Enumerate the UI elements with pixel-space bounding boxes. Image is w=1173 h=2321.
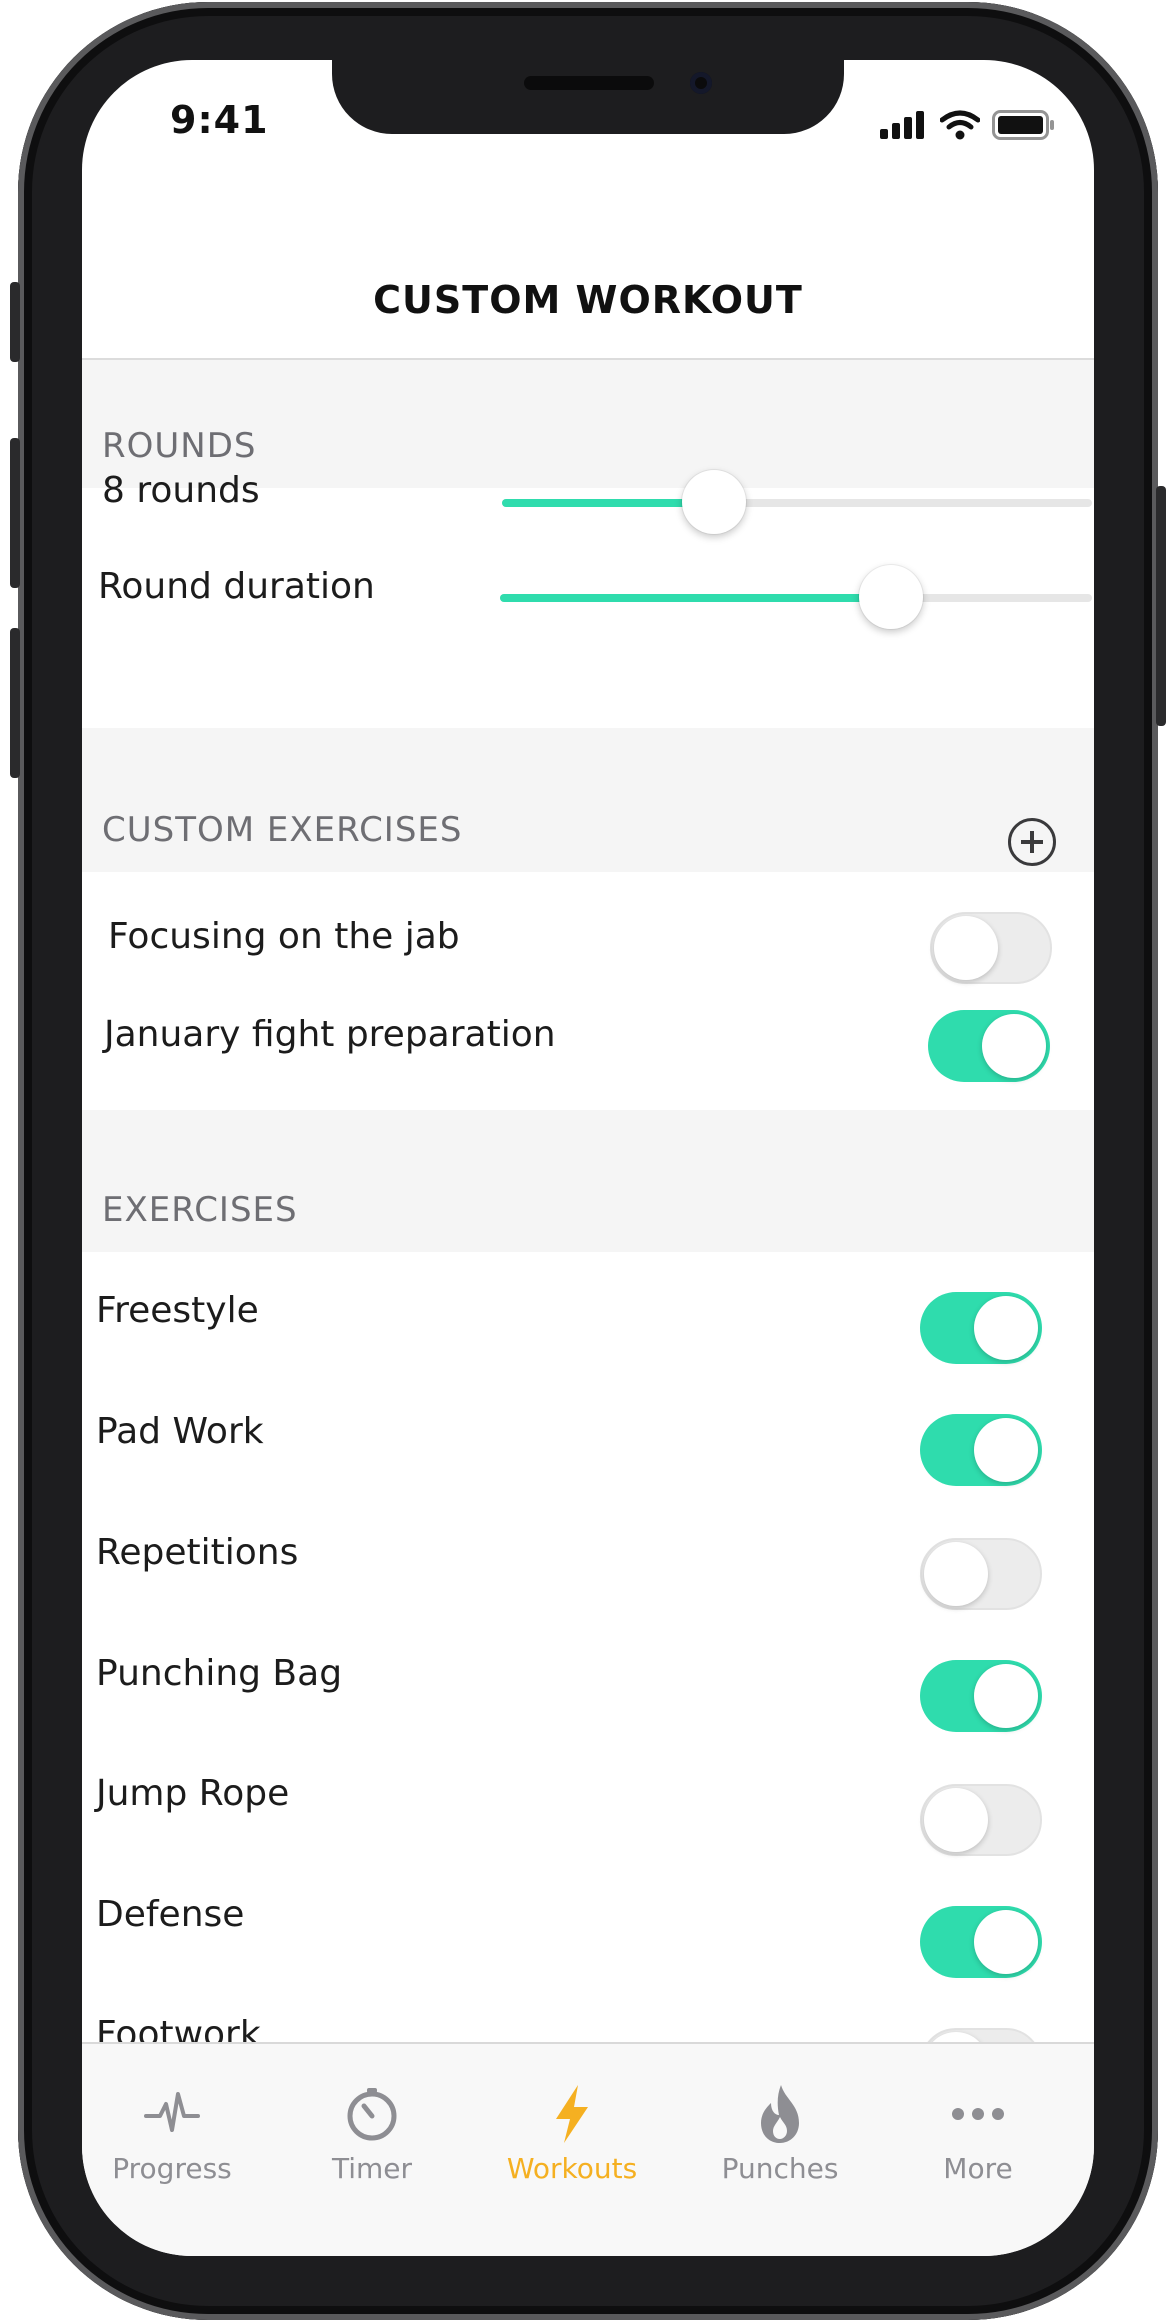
toggle-knob xyxy=(924,1542,988,1606)
section-title: ROUNDS xyxy=(102,426,257,466)
tab-label: Progress xyxy=(112,2152,232,2185)
timer-icon xyxy=(282,2082,462,2146)
toggle-knob xyxy=(974,1296,1038,1360)
slider-thumb[interactable] xyxy=(682,470,747,534)
section-title: CUSTOM EXERCISES xyxy=(102,810,463,850)
custom-exercise-label: Focusing on the jab xyxy=(108,916,460,957)
front-camera xyxy=(690,72,712,94)
rounds-label: 8 rounds xyxy=(102,470,260,511)
toggle-knob xyxy=(974,1418,1038,1482)
custom-exercise-label: January fight preparation xyxy=(104,1014,556,1055)
exercise-label: Pad Work xyxy=(96,1411,264,1452)
tab-more[interactable]: More xyxy=(888,2082,1068,2185)
ellipsis-icon xyxy=(888,2082,1068,2146)
status-icons xyxy=(880,110,1056,140)
pulse-icon xyxy=(82,2082,262,2146)
tab-label: Timer xyxy=(331,2152,413,2185)
tab-label: Punches xyxy=(721,2152,839,2185)
tab-progress[interactable]: Progress xyxy=(82,2082,262,2185)
exercise-toggle[interactable] xyxy=(920,1660,1042,1732)
tab-label: More xyxy=(943,2152,1013,2185)
add-custom-exercise-button[interactable] xyxy=(1008,818,1056,866)
toggle-knob xyxy=(974,1910,1038,1974)
notch xyxy=(332,60,844,134)
speaker-grille xyxy=(524,76,654,90)
page-title: CUSTOM WORKOUT xyxy=(373,278,803,322)
exercise-toggle[interactable] xyxy=(920,1414,1042,1486)
tab-timer[interactable]: Timer xyxy=(282,2082,462,2185)
flame-icon xyxy=(690,2082,870,2146)
exercise-toggle[interactable] xyxy=(920,1906,1042,1978)
navigation-bar: CUSTOM WORKOUT xyxy=(82,170,1094,360)
toggle-knob xyxy=(982,1014,1046,1078)
wifi-icon xyxy=(940,110,980,140)
battery-icon xyxy=(992,110,1054,140)
round-duration-label: Round duration xyxy=(98,566,375,607)
exercise-toggle[interactable] xyxy=(920,1784,1042,1856)
toggle-knob xyxy=(924,1788,988,1852)
volume-up-button xyxy=(10,438,20,588)
lightning-icon xyxy=(482,2082,662,2146)
exercise-label: Freestyle xyxy=(96,1290,259,1331)
app-screen: 9:41 CUSTOM WORKOUT ROUNDS 8 rounds Roun… xyxy=(82,60,1094,2256)
slider-fill xyxy=(500,594,891,602)
rounds-slider[interactable] xyxy=(502,470,1092,534)
exercise-label: Defense xyxy=(96,1894,245,1935)
toggle-knob xyxy=(974,1664,1038,1728)
exercise-label: Jump Rope xyxy=(96,1773,290,1814)
signal-icon xyxy=(880,111,924,139)
power-button xyxy=(1156,486,1166,726)
tab-punches[interactable]: Punches xyxy=(690,2082,870,2185)
exercise-label: Punching Bag xyxy=(96,1653,343,1694)
exercises-section-header: EXERCISES xyxy=(82,1110,1094,1252)
round-duration-slider[interactable] xyxy=(500,565,1092,629)
custom-exercises-section-header: CUSTOM EXERCISES xyxy=(82,728,1094,872)
custom-exercise-toggle[interactable] xyxy=(928,1010,1050,1082)
exercise-label: Repetitions xyxy=(96,1532,299,1573)
tab-label: Workouts xyxy=(506,2152,638,2185)
exercise-toggle[interactable] xyxy=(920,1292,1042,1364)
slider-thumb[interactable] xyxy=(858,565,923,629)
toggle-knob xyxy=(934,916,998,980)
status-time: 9:41 xyxy=(170,98,269,142)
section-title: EXERCISES xyxy=(102,1190,298,1230)
tab-bar: Progress Timer Workouts Punches More xyxy=(82,2042,1094,2256)
volume-down-button xyxy=(10,628,20,778)
side-button xyxy=(10,282,20,362)
tab-workouts[interactable]: Workouts xyxy=(482,2082,662,2185)
rounds-section-header: ROUNDS xyxy=(82,360,1094,488)
custom-exercise-toggle[interactable] xyxy=(930,912,1052,984)
exercise-toggle[interactable] xyxy=(920,1538,1042,1610)
